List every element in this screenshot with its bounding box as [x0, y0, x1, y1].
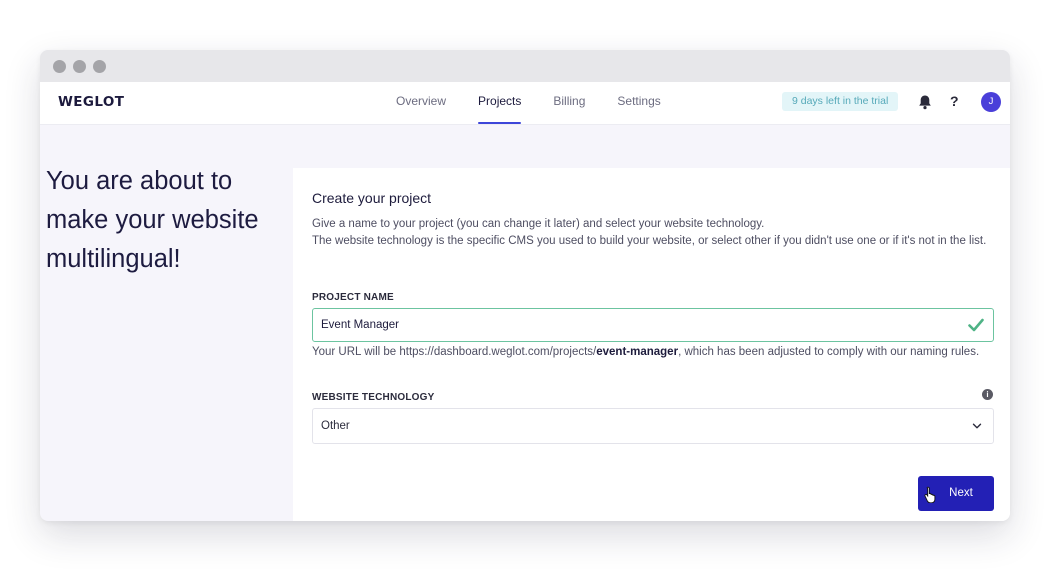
main-nav: Overview Projects Billing Settings [396, 82, 693, 125]
tab-billing[interactable]: Billing [553, 82, 585, 125]
tab-settings[interactable]: Settings [617, 82, 660, 125]
window-minimize-dot[interactable] [73, 59, 86, 73]
url-note-prefix: Your URL will be https://dashboard.weglo… [312, 346, 597, 358]
window-titlebar [40, 50, 1010, 82]
website-technology-select[interactable]: Other [312, 408, 994, 444]
card-title: Create your project [312, 190, 432, 206]
avatar[interactable]: J [981, 92, 1001, 112]
project-name-label: PROJECT NAME [312, 292, 394, 303]
website-technology-value: Other [321, 420, 350, 432]
tab-projects[interactable]: Projects [478, 82, 522, 125]
card-description: Give a name to your project (you can cha… [312, 216, 992, 250]
window-close-dot[interactable] [53, 59, 66, 73]
help-icon[interactable]: ? [950, 93, 959, 109]
description-line-2: The website technology is the specific C… [312, 235, 987, 247]
browser-window: WEGLOT Overview Projects Billing Setting… [40, 50, 1010, 521]
website-technology-label: WEBSITE TECHNOLOGY [312, 392, 435, 403]
bell-icon[interactable] [918, 94, 932, 110]
info-icon[interactable]: i [982, 389, 993, 400]
create-project-card: Create your project Give a name to your … [293, 168, 1010, 521]
next-button-label: Next [949, 487, 973, 499]
pointer-cursor-icon [924, 486, 936, 503]
chevron-down-icon [972, 423, 982, 429]
description-line-1: Give a name to your project (you can cha… [312, 218, 765, 230]
project-name-field[interactable] [312, 308, 994, 342]
check-icon [968, 318, 984, 332]
weglot-logo[interactable]: WEGLOT [58, 94, 124, 110]
trial-badge[interactable]: 9 days left in the trial [782, 92, 899, 111]
app-header: WEGLOT Overview Projects Billing Setting… [40, 82, 1010, 125]
url-slug: event-manager [596, 346, 679, 358]
window-maximize-dot[interactable] [93, 59, 106, 73]
project-name-input[interactable] [313, 309, 953, 341]
url-note: Your URL will be https://dashboard.weglo… [312, 344, 994, 361]
url-note-suffix: , which has been adjusted to comply with… [678, 346, 980, 358]
tab-overview[interactable]: Overview [396, 82, 446, 125]
page-headline: You are about to make your website multi… [46, 167, 259, 273]
